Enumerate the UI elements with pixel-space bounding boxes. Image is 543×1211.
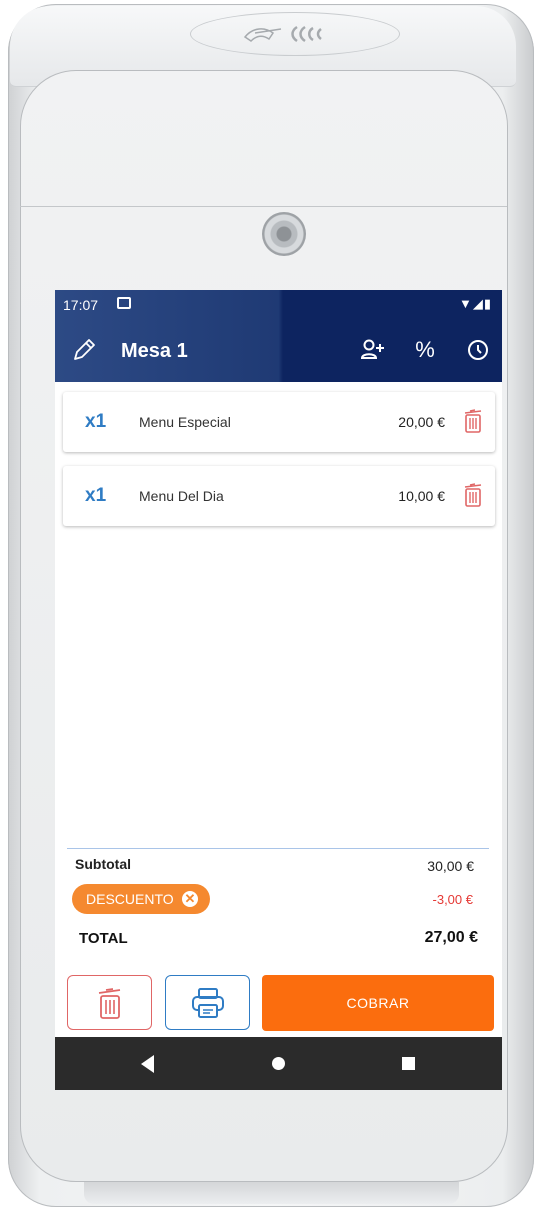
gmail-icon (117, 297, 131, 309)
item-name: Menu Del Dia (139, 488, 224, 504)
add-customer-icon[interactable] (359, 336, 387, 364)
system-status-icons: ▼◢▮ (458, 296, 492, 311)
item-quantity: x1 (85, 411, 107, 432)
discount-chip[interactable]: DESCUENTO ✕ (72, 884, 210, 914)
cobrar-button[interactable]: COBRAR (262, 975, 494, 1031)
trash-icon[interactable] (463, 408, 483, 434)
discount-chip-label: DESCUENTO (86, 891, 174, 907)
camera-icon (262, 212, 306, 256)
subtotal-value: 30,00 € (427, 858, 474, 874)
status-time: 17:07 (63, 297, 99, 313)
page-title: Mesa 1 (121, 340, 188, 362)
app-bar: Mesa 1 % (55, 320, 502, 382)
recent-apps-icon[interactable] (402, 1057, 415, 1070)
trash-icon (98, 987, 120, 1019)
total-label: TOTAL (79, 930, 128, 947)
home-icon[interactable] (272, 1057, 285, 1070)
device-bottom-edge (84, 1182, 459, 1204)
nfc-contactless-icon (190, 12, 400, 56)
action-bar: COBRAR (55, 974, 502, 1032)
item-quantity: x1 (85, 485, 107, 506)
discount-value: -3,00 € (432, 892, 473, 907)
item-price: 10,00 € (398, 488, 445, 504)
clock-icon[interactable] (464, 336, 492, 364)
total-value: 27,00 € (424, 929, 478, 946)
item-name: Menu Especial (139, 414, 231, 430)
order-item-row[interactable]: x1 Menu Especial 20,00 € (63, 392, 495, 452)
percent-icon[interactable]: % (411, 336, 439, 364)
back-icon[interactable] (141, 1055, 154, 1073)
order-item-row[interactable]: x1 Menu Del Dia 10,00 € (63, 466, 495, 526)
printer-icon (191, 987, 224, 1018)
item-price: 20,00 € (398, 414, 445, 430)
remove-discount-icon[interactable]: ✕ (182, 891, 198, 907)
face-divider (20, 206, 507, 207)
status-bar: 17:07 ▼◢▮ (55, 290, 502, 320)
subtotal-label: Subtotal (75, 856, 131, 872)
trash-icon[interactable] (463, 482, 483, 508)
delete-order-button[interactable] (67, 975, 152, 1030)
print-button[interactable] (165, 975, 250, 1030)
app-screen: 17:07 ▼◢▮ Mesa 1 % x1 Menu Especial 20,0… (55, 290, 502, 1090)
pencil-icon[interactable] (70, 336, 98, 364)
android-nav-bar (55, 1037, 502, 1090)
totals-divider (67, 848, 489, 849)
